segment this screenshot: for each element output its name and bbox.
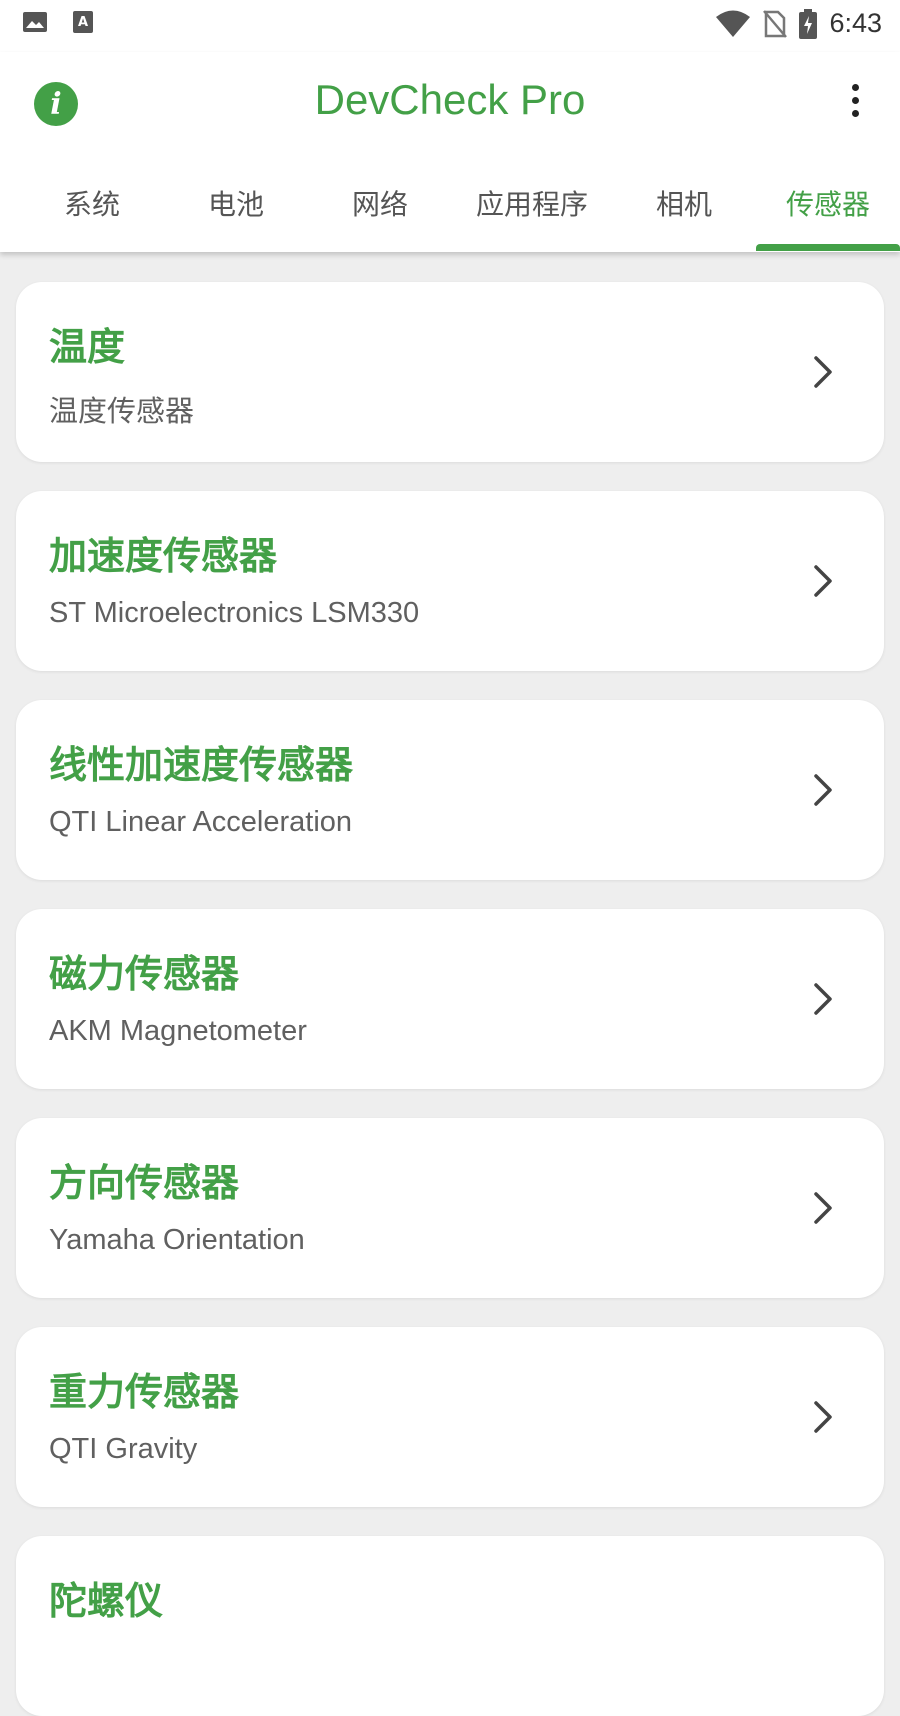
sensor-subtitle: QTI Linear Acceleration: [49, 806, 353, 838]
sensor-subtitle: 温度传感器: [49, 396, 195, 428]
sensor-card-linear-acceleration[interactable]: 线性加速度传感器 QTI Linear Acceleration: [16, 700, 884, 880]
sensor-subtitle: Yamaha Orientation: [49, 1224, 305, 1256]
chevron-right-icon: [814, 565, 832, 597]
keyboard-icon: A: [73, 11, 93, 33]
more-vert-icon[interactable]: [848, 84, 862, 124]
sensor-subtitle: ST Microelectronics LSM330: [49, 597, 420, 629]
sensor-card-orientation[interactable]: 方向传感器 Yamaha Orientation: [16, 1118, 884, 1298]
gallery-icon: [23, 12, 47, 32]
sensor-card-gyroscope[interactable]: 陀螺仪: [16, 1536, 884, 1716]
status-time: 6:43: [829, 8, 882, 38]
wifi-icon: [716, 10, 751, 37]
app-title: DevCheck Pro: [314, 76, 586, 123]
no-sim-icon: [763, 9, 788, 38]
sensor-title: 磁力传感器: [49, 952, 240, 996]
status-bar: A 6:43: [0, 0, 900, 52]
tab-indicator: [756, 244, 900, 251]
tab-system[interactable]: 系统: [20, 172, 164, 252]
battery-charging-icon: [799, 8, 818, 39]
sensor-card-accelerometer[interactable]: 加速度传感器 ST Microelectronics LSM330: [16, 491, 884, 671]
chevron-right-icon: [814, 356, 832, 388]
tab-network[interactable]: 网络: [308, 172, 452, 252]
sensor-subtitle: QTI Gravity: [49, 1433, 198, 1465]
sensor-subtitle: AKM Magnetometer: [49, 1015, 307, 1047]
app-bar: i DevCheck Pro 系统 电池 网络 应用程序 相机 传感器: [0, 52, 900, 252]
sensor-title: 线性加速度传感器: [49, 743, 354, 787]
sensor-title: 温度: [49, 325, 126, 369]
tab-battery[interactable]: 电池: [164, 172, 308, 252]
sensor-card-temperature[interactable]: 温度 温度传感器: [16, 282, 884, 462]
sensor-title: 方向传感器: [49, 1161, 240, 1205]
chevron-right-icon: [814, 1401, 832, 1433]
sensor-title: 重力传感器: [49, 1370, 240, 1414]
sensor-card-magnetometer[interactable]: 磁力传感器 AKM Magnetometer: [16, 909, 884, 1089]
svg-text:A: A: [78, 15, 88, 30]
tab-camera[interactable]: 相机: [612, 172, 756, 252]
tab-apps[interactable]: 应用程序: [452, 172, 612, 252]
tab-bar: 系统 电池 网络 应用程序 相机 传感器: [0, 172, 900, 252]
chevron-right-icon: [814, 774, 832, 806]
sensor-card-gravity[interactable]: 重力传感器 QTI Gravity: [16, 1327, 884, 1507]
chevron-right-icon: [814, 983, 832, 1015]
tab-sensors[interactable]: 传感器: [756, 172, 900, 252]
sensor-title: 陀螺仪: [49, 1579, 164, 1623]
sensor-title: 加速度传感器: [49, 534, 278, 578]
chevron-right-icon: [814, 1192, 832, 1224]
